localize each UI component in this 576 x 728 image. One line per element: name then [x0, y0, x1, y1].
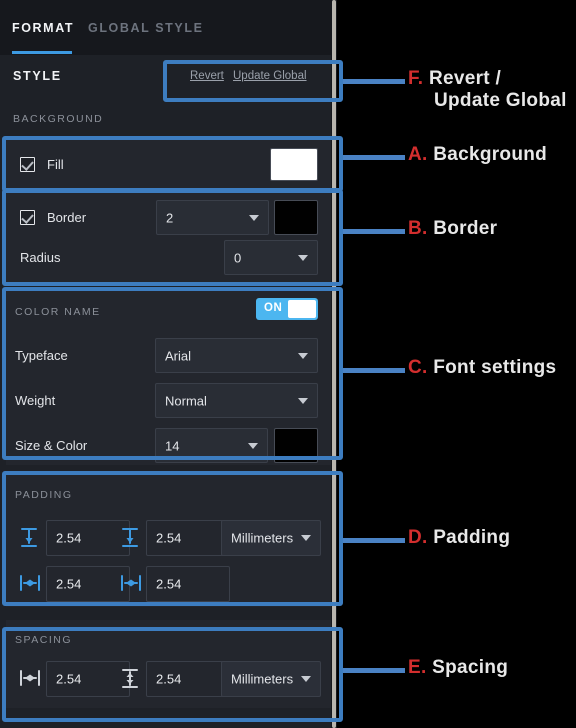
border-color-swatch[interactable] [274, 200, 318, 235]
spacing-horizontal-icon [18, 667, 42, 694]
font-color-swatch[interactable] [274, 428, 318, 463]
chevron-down-icon [301, 535, 311, 541]
weight-select[interactable]: Normal [155, 383, 318, 418]
format-panel: FORMAT GLOBAL STYLE STYLE Revert Update … [0, 0, 337, 728]
chevron-down-icon [298, 352, 308, 359]
annotation-e: E. Spacing [408, 657, 508, 679]
annotation-d-letter: D. [408, 527, 428, 548]
annotation-f-text2: Update Global [434, 90, 567, 111]
font-size-select[interactable]: 14 [155, 428, 268, 463]
panel-tabbar: FORMAT GLOBAL STYLE [0, 0, 331, 55]
padding-top-value: 2.54 [56, 530, 82, 546]
connector-line-c [343, 368, 405, 373]
padding-bottom-icon [119, 526, 141, 555]
connector-line-e [343, 668, 405, 673]
annotation-d: D. Padding [408, 527, 510, 549]
update-global-link[interactable]: Update Global [233, 70, 307, 82]
annotation-d-text: Padding [433, 527, 511, 548]
toggle-knob [288, 300, 316, 318]
annotation-c: C. Font settings [408, 357, 556, 379]
spacing-units-select[interactable]: Millimeters [221, 661, 321, 697]
revert-link[interactable]: Revert [190, 70, 224, 82]
color-name-toggle[interactable]: ON [256, 298, 318, 320]
fill-color-swatch[interactable] [270, 148, 318, 181]
border-width-value: 2 [166, 210, 174, 225]
spacing-vertical-icon [119, 667, 141, 696]
color-name-card: COLOR NAME ON Typeface Arial Weight Norm… [6, 290, 331, 465]
annotation-c-text: Font settings [433, 357, 557, 378]
padding-top-input[interactable]: 2.54 [46, 520, 130, 556]
spacing-group-header: SPACING [15, 634, 72, 646]
spacing-vertical-value: 2.54 [156, 671, 182, 687]
annotation-b: B. Border [408, 218, 497, 240]
chevron-down-icon [248, 442, 258, 449]
chevron-down-icon [249, 214, 259, 221]
fill-card: Fill [6, 139, 331, 190]
spacing-card: SPACING 2.54 2.54 Millimeters [6, 620, 331, 708]
padding-group-header: PADDING [15, 489, 73, 501]
color-name-group-header: COLOR NAME [15, 306, 101, 318]
background-group-header: BACKGROUND [13, 113, 104, 125]
padding-right-input[interactable]: 2.54 [146, 566, 230, 602]
toggle-state-label: ON [264, 302, 283, 314]
connector-line-d [343, 538, 405, 543]
typeface-select[interactable]: Arial [155, 338, 318, 373]
chevron-down-icon [301, 676, 311, 682]
spacing-horizontal-input[interactable]: 2.54 [46, 661, 130, 697]
border-checkbox[interactable] [20, 210, 35, 225]
weight-value: Normal [165, 393, 207, 408]
padding-left-value: 2.54 [56, 576, 82, 592]
weight-label: Weight [15, 393, 56, 408]
connector-line-b [343, 229, 405, 234]
style-header-row: STYLE Revert Update Global [0, 55, 331, 100]
annotation-a-letter: A. [408, 144, 428, 165]
padding-units-select[interactable]: Millimeters [221, 520, 321, 556]
typeface-value: Arial [165, 348, 192, 363]
fill-checkbox[interactable] [20, 157, 35, 172]
annotation-b-letter: B. [408, 218, 428, 239]
fill-label: Fill [47, 157, 64, 172]
radius-label: Radius [20, 250, 61, 265]
spacing-units-value: Millimeters [231, 671, 294, 687]
active-tab-indicator [12, 51, 72, 54]
annotation-b-text: Border [433, 218, 498, 239]
padding-right-value: 2.54 [156, 576, 182, 592]
annotation-f-text: Revert / [428, 68, 502, 89]
border-card: Border 2 Radius 0 [6, 192, 331, 284]
tab-global-style[interactable]: GLOBAL STYLE [88, 21, 204, 35]
padding-top-icon [18, 526, 40, 555]
padding-left-input[interactable]: 2.54 [46, 566, 130, 602]
screenshot-root: FORMAT GLOBAL STYLE STYLE Revert Update … [0, 0, 576, 728]
size-color-label: Size & Color [15, 438, 88, 453]
style-section-title: STYLE [13, 69, 62, 83]
padding-bottom-value: 2.54 [156, 530, 182, 546]
annotation-f: F. Revert / Update Global [408, 68, 567, 112]
radius-value: 0 [234, 250, 242, 265]
annotation-e-text: Spacing [432, 657, 509, 678]
padding-card: PADDING 2.54 2.54 Millimeters 2.54 2.54 [6, 474, 331, 607]
padding-right-icon [119, 572, 143, 599]
typeface-label: Typeface [15, 348, 68, 363]
font-size-value: 14 [165, 438, 180, 453]
annotation-e-letter: E. [408, 657, 427, 678]
scrollbar-thumb[interactable] [332, 0, 336, 728]
chevron-down-icon [298, 397, 308, 404]
radius-select[interactable]: 0 [224, 240, 318, 275]
connector-line-f [343, 79, 405, 84]
spacing-vertical-input[interactable]: 2.54 [146, 661, 230, 697]
annotation-f-letter: F. [408, 68, 424, 89]
border-label: Border [47, 210, 87, 225]
connector-line-a [343, 155, 405, 160]
annotation-a: A. Background [408, 144, 547, 166]
spacing-horizontal-value: 2.54 [56, 671, 82, 687]
tab-format[interactable]: FORMAT [12, 21, 74, 35]
annotation-a-text: Background [433, 144, 548, 165]
padding-bottom-input[interactable]: 2.54 [146, 520, 230, 556]
annotation-c-letter: C. [408, 357, 428, 378]
chevron-down-icon [298, 254, 308, 261]
border-width-select[interactable]: 2 [156, 200, 269, 235]
padding-units-value: Millimeters [231, 530, 294, 546]
padding-left-icon [18, 572, 42, 599]
